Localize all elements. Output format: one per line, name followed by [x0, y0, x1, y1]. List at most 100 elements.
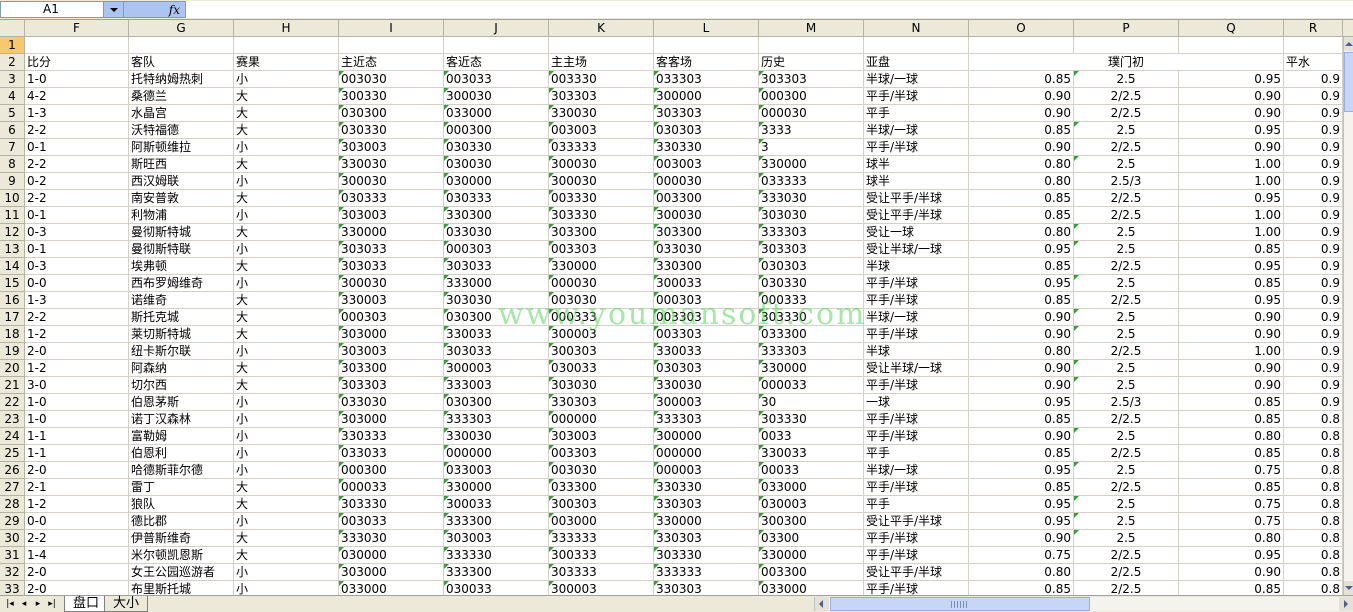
cell-k10[interactable]: 003330: [549, 190, 654, 207]
column-header-l[interactable]: L: [654, 20, 759, 36]
row-header-2[interactable]: 2: [0, 54, 25, 71]
cell-g11[interactable]: 利物浦: [129, 207, 234, 224]
cell-q20[interactable]: 0.90: [1179, 360, 1284, 377]
row-header-28[interactable]: 28: [0, 496, 25, 513]
cell-h12[interactable]: 大: [234, 224, 339, 241]
cell-p13[interactable]: 2.5: [1074, 241, 1179, 258]
cell-q16[interactable]: 0.95: [1179, 292, 1284, 309]
cell-l23[interactable]: 333303: [654, 411, 759, 428]
cell-m27[interactable]: 033000: [759, 479, 864, 496]
column-header-j[interactable]: J: [444, 20, 549, 36]
cell-q29[interactable]: 0.75: [1179, 513, 1284, 530]
cell-k5[interactable]: 330030: [549, 105, 654, 122]
cell-n25[interactable]: 平手: [864, 445, 969, 462]
scroll-right-icon[interactable]: [1339, 597, 1353, 611]
cell-p27[interactable]: 2/2.5: [1074, 479, 1179, 496]
cell-q32[interactable]: 0.90: [1179, 564, 1284, 581]
cell-n10[interactable]: 受让平手/半球: [864, 190, 969, 207]
cell-h17[interactable]: 大: [234, 309, 339, 326]
cell-p20[interactable]: 2.5: [1074, 360, 1179, 377]
cell-i20[interactable]: 303300: [339, 360, 444, 377]
cell-k7[interactable]: 033333: [549, 139, 654, 156]
cell-p3[interactable]: 2.5: [1074, 71, 1179, 88]
cell-l19[interactable]: 330033: [654, 343, 759, 360]
cell-i30[interactable]: 333030: [339, 530, 444, 547]
column-header-i[interactable]: I: [339, 20, 444, 36]
cell-o29[interactable]: 0.95: [969, 513, 1074, 530]
cell-m32[interactable]: 003300: [759, 564, 864, 581]
cell-o21[interactable]: 0.90: [969, 377, 1074, 394]
cell-m8[interactable]: 330000: [759, 156, 864, 173]
cell-l30[interactable]: 330303: [654, 530, 759, 547]
cell-j23[interactable]: 333303: [444, 411, 549, 428]
cell-r11[interactable]: 0.9: [1284, 207, 1343, 224]
cell-h25[interactable]: 小: [234, 445, 339, 462]
cell-l24[interactable]: 300000: [654, 428, 759, 445]
cell-l18[interactable]: 003303: [654, 326, 759, 343]
row-header-13[interactable]: 13: [0, 241, 25, 258]
cell-m23[interactable]: 303330: [759, 411, 864, 428]
cell-l14[interactable]: 330300: [654, 258, 759, 275]
cell-k25[interactable]: 003303: [549, 445, 654, 462]
row-header-18[interactable]: 18: [0, 326, 25, 343]
cell-g23[interactable]: 诺丁汉森林: [129, 411, 234, 428]
cell-f12[interactable]: 0-3: [25, 224, 129, 241]
cell-h5[interactable]: 大: [234, 105, 339, 122]
formula-input[interactable]: [186, 1, 1353, 18]
cell-m26[interactable]: 00033: [759, 462, 864, 479]
row-header-8[interactable]: 8: [0, 156, 25, 173]
cell-q27[interactable]: 0.85: [1179, 479, 1284, 496]
cell-q33[interactable]: 0.85: [1179, 581, 1284, 595]
cell-p33[interactable]: 2/2.5: [1074, 581, 1179, 595]
cell-i19[interactable]: 303003: [339, 343, 444, 360]
vertical-scroll-thumb[interactable]: [1344, 52, 1353, 112]
cell-r32[interactable]: 0.8: [1284, 564, 1343, 581]
cell-f27[interactable]: 2-1: [25, 479, 129, 496]
cell-i15[interactable]: 300030: [339, 275, 444, 292]
cell-o25[interactable]: 0.85: [969, 445, 1074, 462]
cell-i28[interactable]: 303330: [339, 496, 444, 513]
cell-i5[interactable]: 030300: [339, 105, 444, 122]
cell-g32[interactable]: 女王公园巡游者: [129, 564, 234, 581]
cell-l6[interactable]: 030303: [654, 122, 759, 139]
cell-h6[interactable]: 大: [234, 122, 339, 139]
cell-n28[interactable]: 平手: [864, 496, 969, 513]
cell-p25[interactable]: 2/2.5: [1074, 445, 1179, 462]
cell-l17[interactable]: 003303: [654, 309, 759, 326]
cell-g10[interactable]: 南安普敦: [129, 190, 234, 207]
cell-m20[interactable]: 330000: [759, 360, 864, 377]
cell-k28[interactable]: 300303: [549, 496, 654, 513]
cell-i14[interactable]: 303033: [339, 258, 444, 275]
cell-o4[interactable]: 0.90: [969, 88, 1074, 105]
cell-l13[interactable]: 033030: [654, 241, 759, 258]
cell-l7[interactable]: 330330: [654, 139, 759, 156]
cell-j15[interactable]: 333000: [444, 275, 549, 292]
cell-l25[interactable]: 000000: [654, 445, 759, 462]
cell-m4[interactable]: 000300: [759, 88, 864, 105]
cell-h3[interactable]: 小: [234, 71, 339, 88]
cell-l28[interactable]: 330303: [654, 496, 759, 513]
row-header-16[interactable]: 16: [0, 292, 25, 309]
cell-q30[interactable]: 0.80: [1179, 530, 1284, 547]
cell-l26[interactable]: 000003: [654, 462, 759, 479]
cell-o24[interactable]: 0.90: [969, 428, 1074, 445]
cell-k18[interactable]: 300003: [549, 326, 654, 343]
cell-g30[interactable]: 伊普斯维奇: [129, 530, 234, 547]
cell-h15[interactable]: 小: [234, 275, 339, 292]
cell-q21[interactable]: 0.90: [1179, 377, 1284, 394]
cell-p30[interactable]: 2.5: [1074, 530, 1179, 547]
cell-f25[interactable]: 1-1: [25, 445, 129, 462]
cell-k19[interactable]: 300303: [549, 343, 654, 360]
cell-o3[interactable]: 0.85: [969, 71, 1074, 88]
cell-j9[interactable]: 030000: [444, 173, 549, 190]
cell-k23[interactable]: 000000: [549, 411, 654, 428]
cell-f10[interactable]: 2-2: [25, 190, 129, 207]
cell-i16[interactable]: 330003: [339, 292, 444, 309]
cell-n16[interactable]: 平手/半球: [864, 292, 969, 309]
cell-l3[interactable]: 033303: [654, 71, 759, 88]
cell-r13[interactable]: 0.9: [1284, 241, 1343, 258]
cell-o9[interactable]: 0.80: [969, 173, 1074, 190]
cell-k8[interactable]: 300030: [549, 156, 654, 173]
row-header-17[interactable]: 17: [0, 309, 25, 326]
cell-p17[interactable]: 2.5: [1074, 309, 1179, 326]
